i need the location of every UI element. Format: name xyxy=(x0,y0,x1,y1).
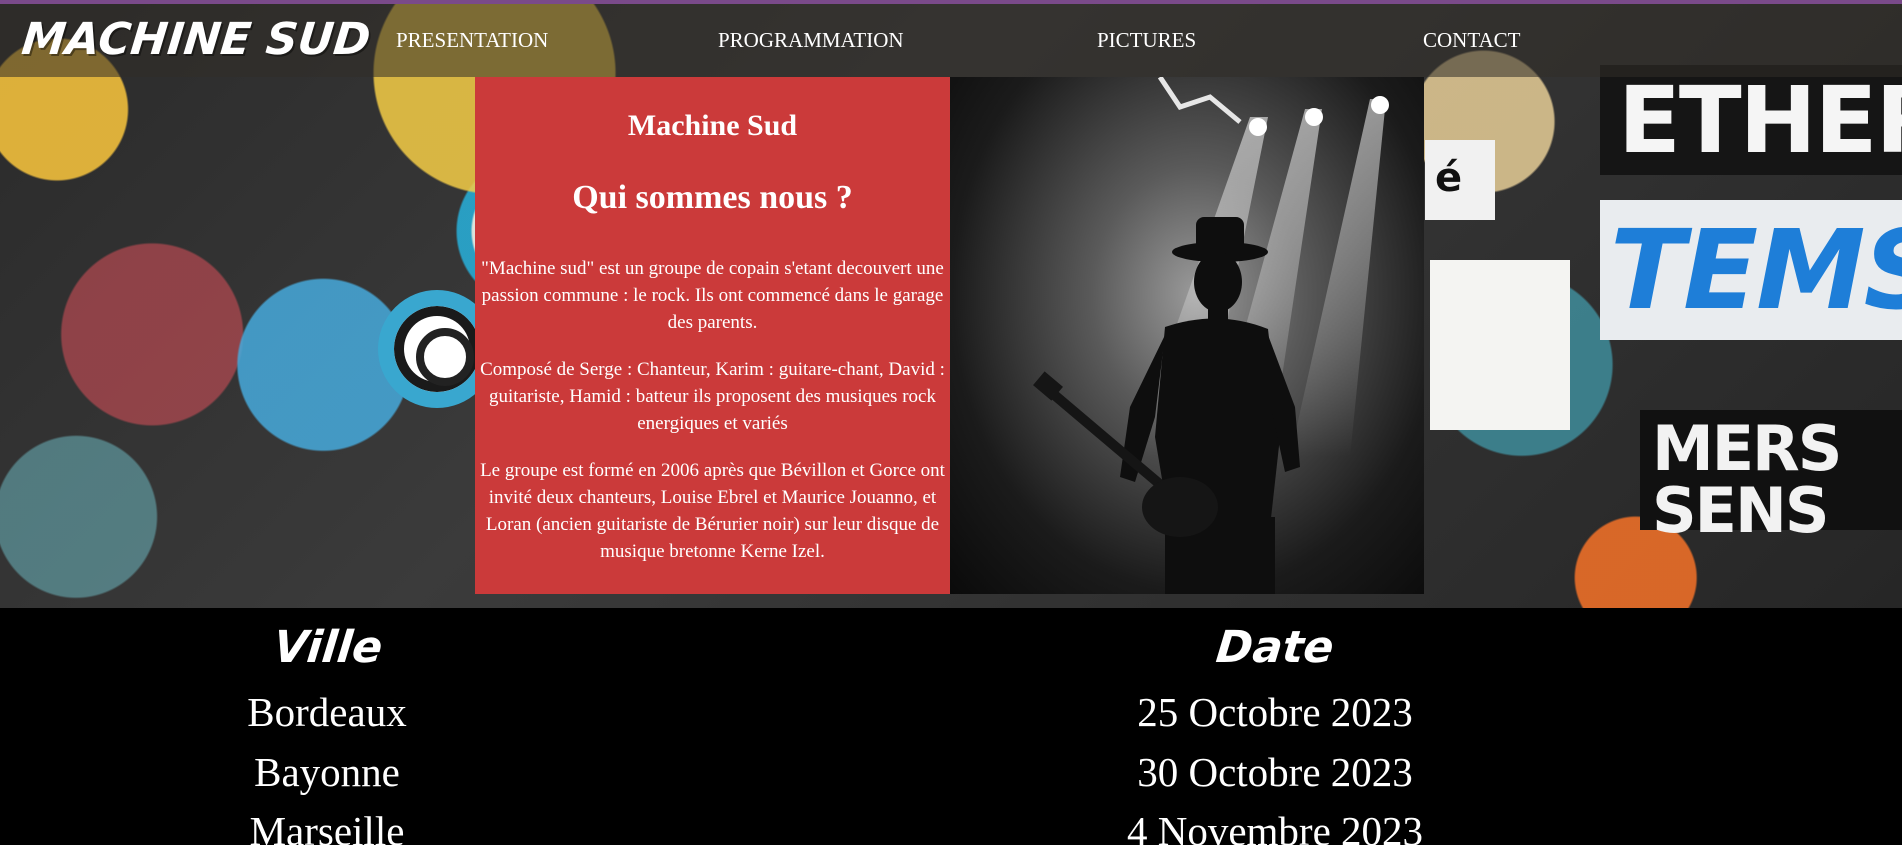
tour-date: 25 Octobre 2023 xyxy=(1137,689,1413,735)
tour-date: 30 Octobre 2023 xyxy=(1137,749,1413,795)
spotlight-icon xyxy=(1305,108,1323,126)
navbar: MACHINE SUD PRESENTATION PROGRAMMATION P… xyxy=(0,4,1902,77)
spotlight-icon xyxy=(1249,118,1267,136)
nav-contact[interactable]: CONTACT xyxy=(1423,28,1520,53)
about-paragraph: "Machine sud" est un groupe de copain s'… xyxy=(481,258,944,333)
about-heading: Qui sommes nous ? xyxy=(572,179,853,216)
tour-city: Bayonne xyxy=(254,749,400,795)
tour-dates: Ville Date Bordeaux 25 Octobre 2023 Bayo… xyxy=(0,608,1902,845)
about-paragraph: Le groupe est formé en 2006 après que Bé… xyxy=(480,460,945,562)
background-poster xyxy=(1430,260,1570,430)
nav-presentation[interactable]: PRESENTATION xyxy=(396,28,548,53)
guitarist-photo xyxy=(950,77,1424,594)
tour-city: Marseille xyxy=(249,808,405,845)
about-paragraph: Composé de Serge : Chanteur, Karim : gui… xyxy=(480,359,945,434)
tour-city: Bordeaux xyxy=(247,689,407,735)
nav-pictures[interactable]: PICTURES xyxy=(1097,28,1196,53)
background-poster: é xyxy=(1425,140,1495,220)
guitarist-illustration xyxy=(1033,77,1389,594)
column-header-ville: Ville xyxy=(271,622,385,673)
nav-programmation[interactable]: PROGRAMMATION xyxy=(718,28,904,53)
background-poster: TEMS xyxy=(1600,200,1902,340)
background-poster: MERS SENS xyxy=(1640,410,1902,542)
column-header-date: Date xyxy=(1213,622,1337,673)
tour-date: 4 Novembre 2023 xyxy=(1126,808,1424,845)
spotlight-icon xyxy=(1371,96,1389,114)
about-panel: Machine Sud Qui sommes nous ? "Machine s… xyxy=(475,77,950,594)
stage-rigging xyxy=(1157,77,1242,124)
top-accent-strip xyxy=(0,0,1902,4)
band-name: Machine Sud xyxy=(627,109,798,142)
site-logo[interactable]: MACHINE SUD xyxy=(19,14,372,65)
background-poster: ETHER xyxy=(1600,65,1902,175)
